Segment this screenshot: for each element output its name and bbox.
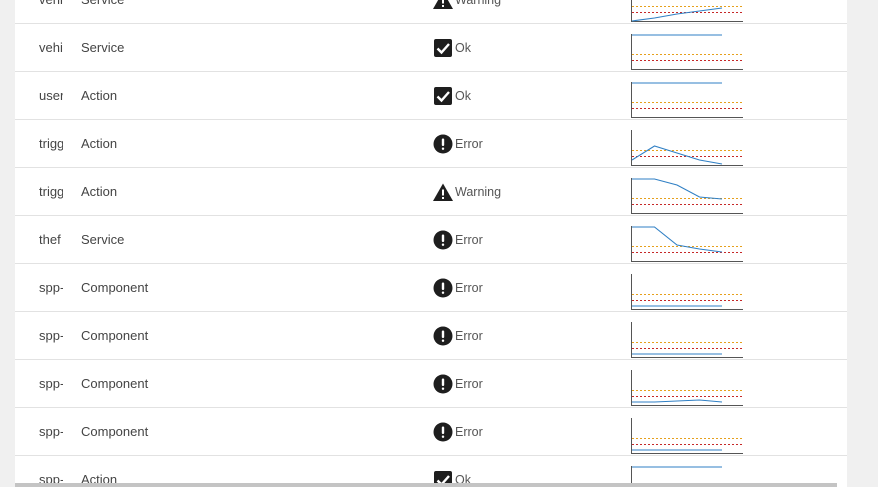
row-type: Service [81, 40, 125, 55]
row-sparkline [630, 274, 743, 310]
row-name: user [39, 88, 63, 103]
row-status-label: Warning [455, 0, 501, 7]
table-row[interactable]: vehi Service Ok [15, 24, 847, 72]
row-type: Component [81, 376, 149, 391]
row-status: Ok [432, 24, 471, 71]
row-type: Component [81, 280, 149, 295]
row-status-label: Ok [455, 88, 471, 103]
row-name: spp- [39, 328, 63, 343]
table-row[interactable]: user Action Ok [15, 72, 847, 120]
row-name: trigg [39, 136, 63, 151]
row-status: Warning [432, 0, 501, 23]
sparkline-chart [631, 370, 743, 406]
exclamation-circle-icon [432, 325, 454, 347]
horizontal-scrollbar[interactable] [15, 483, 837, 487]
row-status: Ok [432, 72, 471, 119]
services-table: vehi Service Warning vehi Service Ok use… [15, 0, 847, 487]
checkbox-checked-icon [432, 37, 454, 59]
row-sparkline [630, 82, 743, 118]
row-type: Component [81, 328, 149, 343]
sparkline-chart [631, 82, 743, 118]
row-status: Warning [432, 168, 501, 215]
row-type: Component [81, 424, 149, 439]
sparkline-series [631, 145, 723, 165]
row-sparkline [630, 178, 743, 214]
table-row[interactable]: spp- Component Error [15, 360, 847, 408]
row-name: spp- [39, 424, 63, 439]
table-row[interactable]: trigg Action Error [15, 120, 847, 168]
row-sparkline [630, 418, 743, 454]
row-name: vehi [39, 40, 63, 55]
row-status-label: Warning [455, 184, 502, 199]
sparkline-chart [631, 0, 743, 22]
row-status: Error [432, 120, 483, 167]
sparkline-series [632, 399, 723, 403]
row-sparkline [630, 0, 743, 22]
row-type: Action [81, 136, 118, 151]
table-row[interactable]: spp- Component Error [15, 312, 847, 360]
exclamation-circle-icon [432, 277, 454, 299]
row-sparkline [630, 322, 743, 358]
row-status: Error [432, 312, 483, 359]
row-status: Error [432, 360, 483, 407]
row-status: Error [432, 408, 483, 455]
warning-triangle-icon [432, 0, 454, 11]
row-status: Error [432, 216, 483, 263]
row-name: thef [39, 232, 61, 247]
row-sparkline [630, 34, 743, 70]
exclamation-circle-icon [432, 133, 454, 155]
row-name: trigg [39, 184, 63, 199]
row-status-label: Error [455, 376, 483, 391]
services-panel: vehi Service Warning vehi Service Ok use… [15, 0, 847, 487]
table-row[interactable]: spp- Component Error [15, 264, 847, 312]
row-type: Service [81, 232, 125, 247]
warning-triangle-icon [432, 181, 454, 203]
row-status-label: Error [455, 232, 483, 247]
table-row[interactable]: vehi Service Warning [15, 0, 847, 24]
row-status-label: Error [455, 136, 483, 151]
row-type: Action [81, 88, 118, 103]
checkbox-checked-icon [432, 85, 454, 107]
sparkline-chart [631, 226, 743, 262]
sparkline-series [632, 178, 723, 200]
row-status-label: Error [455, 424, 483, 439]
sparkline-chart [631, 418, 743, 454]
sparkline-series [631, 7, 723, 22]
sparkline-chart [631, 130, 743, 166]
exclamation-circle-icon [432, 229, 454, 251]
row-name: vehi [39, 0, 63, 23]
row-status: Error [432, 264, 483, 311]
row-status-label: Ok [455, 40, 471, 55]
sparkline-chart [631, 274, 743, 310]
exclamation-circle-icon [432, 373, 454, 395]
row-name: spp- [39, 376, 63, 391]
table-row[interactable]: trigg Action Warning [15, 168, 847, 216]
row-type: Action [81, 184, 118, 199]
sparkline-chart [631, 322, 743, 358]
exclamation-circle-icon [432, 421, 454, 443]
table-row[interactable]: thef Service Error [15, 216, 847, 264]
sparkline-chart [631, 178, 743, 214]
row-sparkline [630, 226, 743, 262]
table-row[interactable]: spp- Component Error [15, 408, 847, 456]
row-status-label: Error [455, 280, 483, 295]
row-sparkline [630, 130, 743, 166]
row-sparkline [630, 370, 743, 406]
sparkline-chart [631, 34, 743, 70]
row-type: Service [81, 0, 124, 23]
row-name: spp- [39, 280, 63, 295]
sparkline-series [632, 226, 723, 253]
row-status-label: Error [455, 328, 483, 343]
